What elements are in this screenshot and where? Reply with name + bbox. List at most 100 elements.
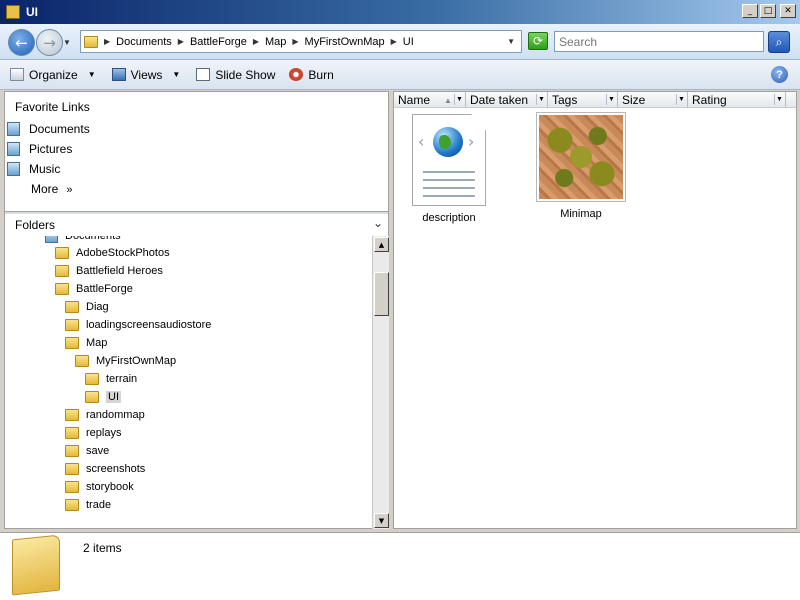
- breadcrumb-item-battleforge[interactable]: BattleForge: [190, 36, 247, 48]
- minimize-button[interactable]: _: [742, 4, 758, 18]
- text-line: [423, 179, 475, 181]
- folder-tree-item[interactable]: MyFirstOwnMap: [75, 355, 176, 367]
- breadcrumb-item-documents[interactable]: Documents: [116, 36, 172, 48]
- file-name: description: [422, 212, 476, 224]
- close-button[interactable]: ✕: [780, 4, 796, 18]
- column-headers: Name ▲ ▼ Date taken ▼ Tags ▼ Size ▼ Rati…: [394, 92, 796, 108]
- file-item-minimap[interactable]: Minimap: [536, 112, 626, 220]
- column-header-date-taken[interactable]: Date taken ▼: [466, 92, 548, 108]
- text-line: [423, 171, 475, 173]
- maximize-button[interactable]: □: [760, 4, 776, 18]
- folder-tree-label: Documents: [65, 236, 121, 242]
- folder-tree-item[interactable]: Map: [65, 337, 107, 349]
- folder-icon: [65, 445, 79, 457]
- documents-icon: [7, 122, 20, 136]
- sort-ascending-icon: ▲: [444, 95, 452, 105]
- chevron-right-icon[interactable]: ▶: [391, 37, 397, 46]
- search-input[interactable]: [554, 31, 764, 52]
- scroll-thumb[interactable]: [374, 272, 389, 316]
- column-filter-dropdown[interactable]: ▼: [536, 94, 546, 105]
- folder-tree-label: save: [86, 445, 110, 457]
- breadcrumb-item-ui[interactable]: UI: [403, 36, 414, 48]
- column-filter-dropdown[interactable]: ▼: [676, 94, 686, 105]
- folder-tree-item[interactable]: randommap: [65, 409, 145, 421]
- favorite-link-pictures[interactable]: Pictures: [7, 142, 72, 156]
- window-title: UI: [26, 5, 38, 19]
- details-pane: 2 items: [0, 532, 800, 600]
- views-button[interactable]: Views ▼: [111, 67, 180, 82]
- folder-tree-item[interactable]: Diag: [65, 301, 109, 313]
- favorite-link-label: Documents: [29, 122, 90, 136]
- chevron-right-icon[interactable]: ▶: [253, 37, 259, 46]
- breadcrumb-item-myfirstownmap[interactable]: MyFirstOwnMap: [305, 36, 385, 48]
- column-filter-dropdown[interactable]: ▼: [454, 94, 464, 105]
- pictures-icon: [7, 142, 20, 156]
- folder-tree-item[interactable]: Documents: [45, 236, 121, 243]
- column-header-rating[interactable]: Rating ▼: [688, 92, 786, 108]
- folder-tree-label: Diag: [86, 301, 109, 313]
- address-dropdown-icon[interactable]: ▼: [507, 37, 515, 46]
- forward-button[interactable]: →: [36, 29, 63, 56]
- more-links[interactable]: More »: [31, 182, 72, 196]
- breadcrumb: ▶ Documents ▶ BattleForge ▶ Map ▶ MyFirs…: [98, 36, 414, 48]
- folder-icon: [65, 427, 79, 439]
- documents-icon: [45, 236, 58, 243]
- chevron-down-icon[interactable]: ⌄: [373, 216, 383, 230]
- folder-tree-item[interactable]: trade: [65, 499, 111, 511]
- folder-tree-item[interactable]: Battlefield Heroes: [55, 265, 163, 277]
- address-box[interactable]: ▶ Documents ▶ BattleForge ▶ Map ▶ MyFirs…: [80, 30, 522, 53]
- folders-heading[interactable]: Folders: [15, 218, 55, 232]
- folder-icon: [65, 337, 79, 349]
- window-controls: _ □ ✕: [742, 4, 796, 18]
- folder-tree-item[interactable]: screenshots: [65, 463, 145, 475]
- folder-tree-label: Map: [86, 337, 108, 349]
- search-icon: ⌕: [775, 34, 783, 49]
- slideshow-button[interactable]: Slide Show: [196, 68, 275, 82]
- folder-tree-item[interactable]: replays: [65, 427, 121, 439]
- folder-tree-item[interactable]: loadingscreensaudiostore: [65, 319, 211, 331]
- views-label: Views: [130, 67, 163, 82]
- folder-tree-scrollbar[interactable]: ▲ ▼: [372, 236, 389, 529]
- pane-splitter[interactable]: [5, 211, 388, 214]
- help-button[interactable]: ?: [771, 66, 788, 83]
- file-item-description[interactable]: ‹ › description: [412, 114, 486, 224]
- recent-pages-dropdown[interactable]: ▼: [63, 38, 71, 47]
- folder-icon: [85, 373, 99, 385]
- folder-tree-label: AdobeStockPhotos: [76, 247, 170, 259]
- favorite-link-documents[interactable]: Documents: [7, 122, 90, 136]
- burn-disc-icon: [289, 68, 304, 81]
- folder-icon: [65, 499, 79, 511]
- back-button[interactable]: ←: [8, 29, 35, 56]
- burn-label: Burn: [308, 67, 334, 82]
- column-header-tags[interactable]: Tags ▼: [548, 92, 618, 108]
- file-list-pane: Name ▲ ▼ Date taken ▼ Tags ▼ Size ▼ Rati…: [393, 91, 797, 529]
- folder-tree-item[interactable]: save: [65, 445, 109, 457]
- column-filter-dropdown[interactable]: ▼: [774, 94, 784, 105]
- refresh-button[interactable]: ⟳: [528, 32, 548, 50]
- organize-button[interactable]: Organize ▼: [10, 68, 96, 82]
- column-filter-dropdown[interactable]: ▼: [606, 94, 616, 105]
- folder-icon: [6, 5, 20, 19]
- search-button[interactable]: ⌕: [768, 31, 790, 53]
- scroll-down-button[interactable]: ▼: [374, 513, 389, 528]
- image-thumbnail: [536, 112, 626, 202]
- folder-tree-item[interactable]: BattleForge: [55, 283, 133, 295]
- folder-tree-label: randommap: [86, 409, 145, 421]
- scroll-up-button[interactable]: ▲: [374, 237, 389, 252]
- chevron-right-icon[interactable]: ▶: [104, 37, 110, 46]
- folder-icon: [65, 301, 79, 313]
- item-count: 2 items: [83, 541, 122, 555]
- folder-tree-item[interactable]: UI: [85, 391, 121, 403]
- column-header-label: Name: [398, 93, 431, 107]
- chevron-right-icon[interactable]: ▶: [178, 37, 184, 46]
- favorite-link-music[interactable]: Music: [7, 162, 60, 176]
- column-header-name[interactable]: Name ▲ ▼: [394, 92, 466, 108]
- folder-tree-item[interactable]: storybook: [65, 481, 134, 493]
- folder-tree-item[interactable]: AdobeStockPhotos: [55, 247, 170, 259]
- chevron-right-icon[interactable]: ▶: [292, 37, 298, 46]
- folder-tree-item[interactable]: terrain: [85, 373, 137, 385]
- command-toolbar: Organize ▼ Views ▼ Slide Show Burn ?: [0, 60, 800, 90]
- breadcrumb-item-map[interactable]: Map: [265, 36, 286, 48]
- burn-button[interactable]: Burn: [289, 67, 334, 82]
- column-header-size[interactable]: Size ▼: [618, 92, 688, 108]
